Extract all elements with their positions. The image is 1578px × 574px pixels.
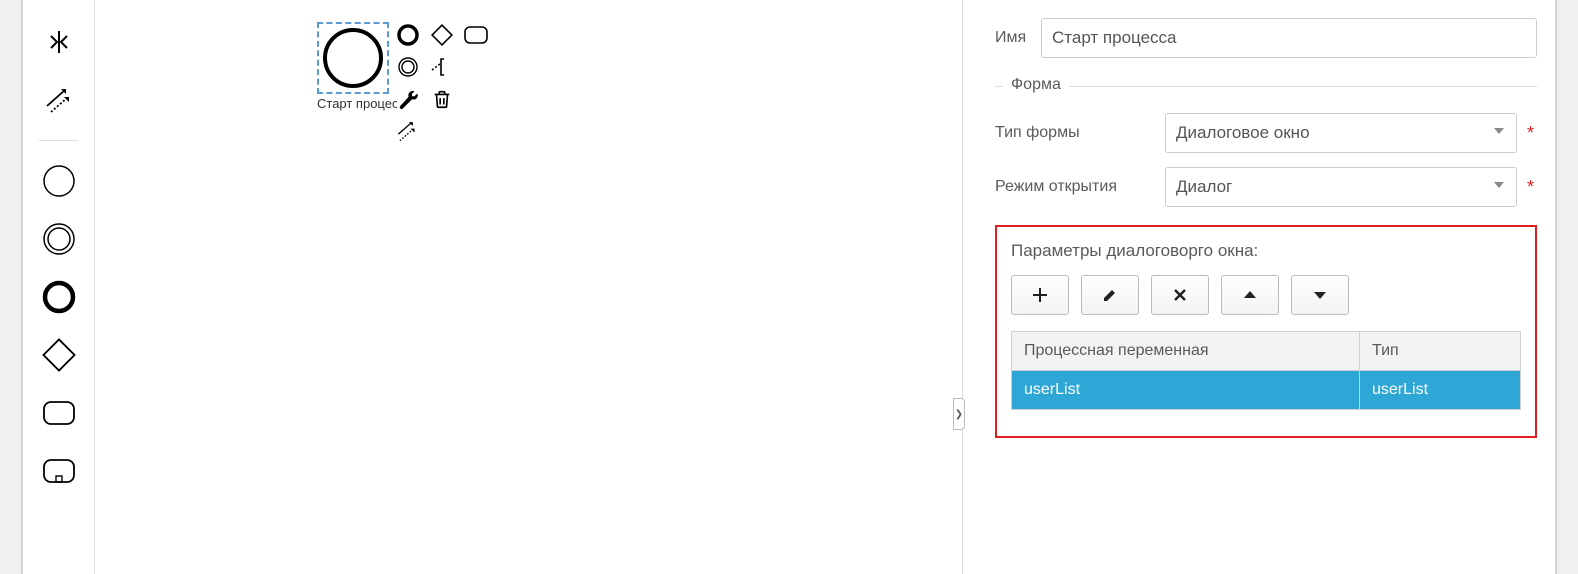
- chevron-down-icon: [1492, 123, 1506, 143]
- open-mode-value: Диалог: [1176, 177, 1232, 197]
- params-table: Процессная переменная Тип userList userL…: [1011, 331, 1521, 410]
- toolbox-panel: [23, 0, 95, 574]
- open-mode-select[interactable]: Диалог: [1165, 167, 1517, 207]
- delete-button[interactable]: [1151, 275, 1209, 315]
- form-type-label: Тип формы: [995, 124, 1161, 142]
- table-row[interactable]: userList userList: [1012, 371, 1520, 409]
- tool-rounded-rect[interactable]: [41, 395, 77, 431]
- ctx-rounded-rect-icon[interactable]: [463, 22, 489, 48]
- start-event-shape[interactable]: [317, 22, 389, 94]
- cell-variable: userList: [1012, 371, 1360, 409]
- form-legend: Форма: [1003, 76, 1069, 94]
- tool-circle-bold[interactable]: [41, 279, 77, 315]
- add-button[interactable]: [1011, 275, 1069, 315]
- required-mark: *: [1527, 177, 1537, 198]
- move-down-button[interactable]: [1291, 275, 1349, 315]
- form-type-select[interactable]: Диалоговое окно: [1165, 113, 1517, 153]
- edit-button[interactable]: [1081, 275, 1139, 315]
- context-tools: [395, 22, 489, 144]
- params-title: Параметры диалоговорго окна:: [1011, 241, 1521, 261]
- table-header-type: Тип: [1360, 332, 1520, 370]
- ctx-annotation-icon[interactable]: [429, 54, 455, 80]
- ctx-diamond-icon[interactable]: [429, 22, 455, 48]
- tool-circle-double[interactable]: [41, 221, 77, 257]
- ctx-circle-bold-icon[interactable]: [395, 22, 421, 48]
- move-up-button[interactable]: [1221, 275, 1279, 315]
- dialog-params-box: Параметры диалоговорго окна:: [995, 225, 1537, 438]
- app-container: Старт процес: [22, 0, 1556, 574]
- tool-diamond[interactable]: [41, 337, 77, 373]
- name-label: Имя: [995, 29, 1037, 47]
- panel-collapse-handle[interactable]: ❯: [953, 398, 965, 430]
- open-mode-label: Режим открытия: [995, 178, 1161, 196]
- params-toolbar: [1011, 275, 1521, 315]
- ctx-wrench-icon[interactable]: [395, 86, 421, 112]
- canvas-node-start[interactable]: Старт процес: [317, 22, 397, 111]
- tool-connectors[interactable]: [41, 82, 77, 118]
- ctx-circle-double-icon[interactable]: [395, 54, 421, 80]
- form-fieldset: Форма Тип формы Диалоговое окно * Режим …: [995, 86, 1537, 438]
- tool-circle-thin[interactable]: [41, 163, 77, 199]
- canvas[interactable]: Старт процес: [95, 0, 962, 574]
- ctx-trash-icon[interactable]: [429, 86, 455, 112]
- required-mark: *: [1527, 123, 1537, 144]
- cell-type: userList: [1360, 371, 1520, 409]
- tool-subprocess[interactable]: [41, 453, 77, 489]
- name-input[interactable]: [1041, 18, 1537, 58]
- ctx-connectors-icon[interactable]: [395, 118, 421, 144]
- table-header-variable: Процессная переменная: [1012, 332, 1360, 370]
- toolbox-separator: [39, 140, 79, 141]
- chevron-down-icon: [1492, 177, 1506, 197]
- canvas-node-label: Старт процес: [317, 96, 397, 111]
- form-type-value: Диалоговое окно: [1176, 123, 1310, 143]
- properties-panel: ❯ Имя Форма Тип формы Диалоговое окно * …: [962, 0, 1555, 574]
- tool-collapse[interactable]: [41, 24, 77, 60]
